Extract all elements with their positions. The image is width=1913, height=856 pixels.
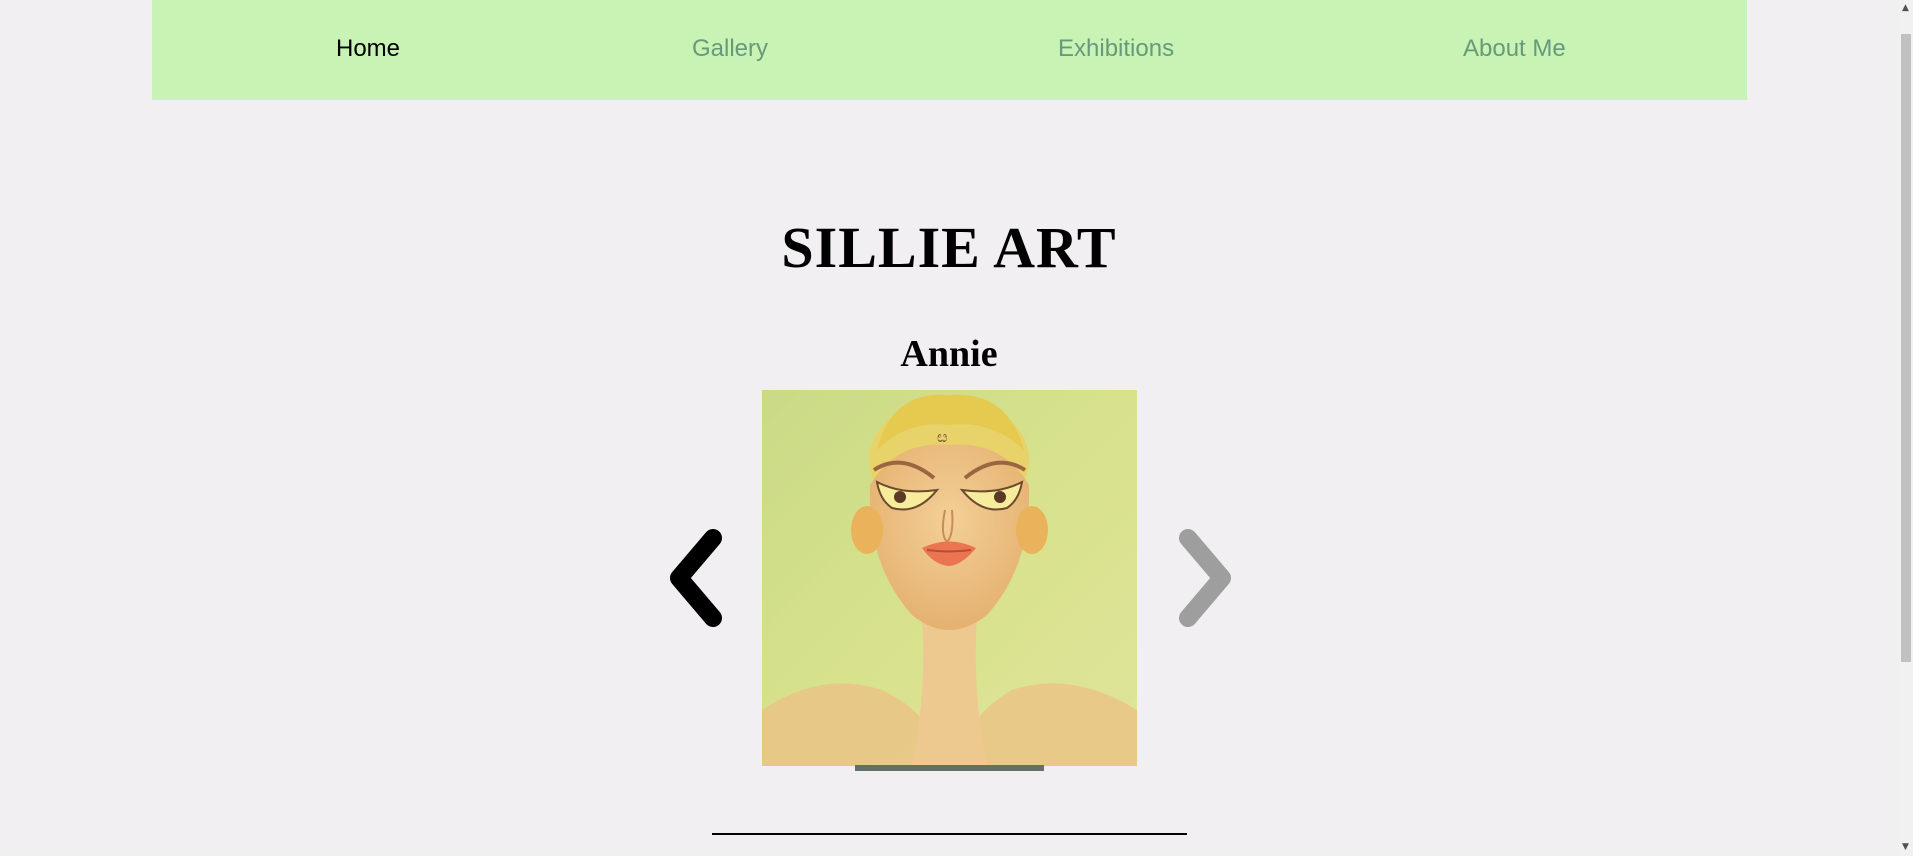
slideshow-prev-button[interactable] (663, 528, 727, 628)
nav-exhibitions-link[interactable]: Exhibitions (1058, 35, 1174, 63)
chevron-right-icon (1179, 529, 1231, 627)
slideshow-next-button[interactable] (1174, 528, 1238, 628)
nav-gallery-link[interactable]: Gallery (692, 35, 768, 63)
arrow-down-icon[interactable]: ▼ (1898, 839, 1913, 856)
nav-home-link[interactable]: Home (336, 35, 400, 63)
chevron-left-icon (670, 529, 722, 627)
slide-indicator (855, 765, 1044, 771)
site-title: SILLIE ART (781, 215, 1117, 280)
scrollbar-thumb[interactable] (1901, 34, 1911, 662)
page: Home Gallery Exhibitions About Me SILLIE… (0, 0, 1913, 856)
artwork-image: ೞ (762, 390, 1137, 766)
vertical-scrollbar[interactable]: ▲ ▼ (1898, 0, 1913, 856)
nav-about-me-link[interactable]: About Me (1463, 35, 1566, 63)
section-divider (712, 833, 1187, 835)
top-navbar: Home Gallery Exhibitions About Me (152, 0, 1747, 100)
arrow-up-icon[interactable]: ▲ (1898, 0, 1913, 17)
svg-text:ೞ: ೞ (937, 429, 947, 446)
artwork-title: Annie (900, 333, 998, 375)
